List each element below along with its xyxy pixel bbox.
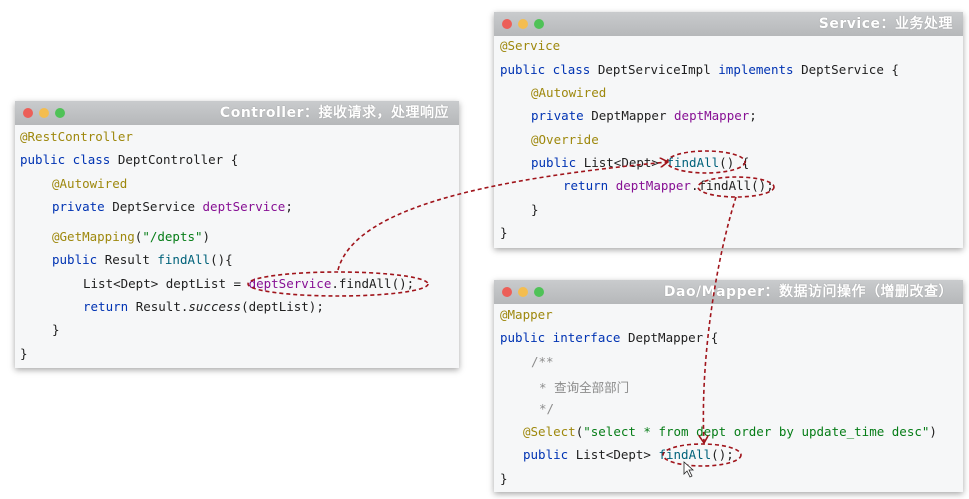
close-dot-icon[interactable] <box>502 19 512 29</box>
code-line: public class DeptController { <box>20 152 239 167</box>
code-line: */ <box>539 401 555 416</box>
mapper-code: @Mapper public interface DeptMapper { /*… <box>494 304 963 492</box>
code-line: public interface DeptMapper { <box>500 330 719 345</box>
minimize-dot-icon[interactable] <box>518 19 528 29</box>
maximize-dot-icon[interactable] <box>55 108 65 118</box>
close-dot-icon[interactable] <box>502 287 512 297</box>
code-line: private DeptMapper deptMapper; <box>531 108 757 123</box>
code-line: } <box>52 322 60 337</box>
code-line: /** <box>531 354 554 369</box>
controller-titlebar: Controller：接收请求，处理响应 <box>15 101 459 125</box>
code-line: @Select("select * from dept order by upd… <box>523 424 937 439</box>
mapper-window: Dao/Mapper：数据访问操作（增删改查） @Mapper public i… <box>494 280 963 492</box>
code-line: @Mapper <box>500 307 553 322</box>
code-line: @Service <box>500 38 561 53</box>
code-line: return deptMapper.findAll(); <box>563 178 774 193</box>
close-dot-icon[interactable] <box>23 108 33 118</box>
code-line: @Override <box>531 132 599 147</box>
code-line: * 查询全部部门 <box>539 380 630 395</box>
code-line: @RestController <box>20 129 133 144</box>
code-line: } <box>500 471 508 486</box>
minimize-dot-icon[interactable] <box>518 287 528 297</box>
controller-code: @RestController public class DeptControl… <box>15 125 459 368</box>
code-line: @Autowired <box>531 85 607 100</box>
service-title: Service：业务处理 <box>818 16 953 32</box>
code-line: public class DeptServiceImpl implements … <box>500 62 899 77</box>
minimize-dot-icon[interactable] <box>39 108 49 118</box>
code-line: } <box>531 202 539 217</box>
code-line: @Autowired <box>52 176 128 191</box>
code-line: } <box>500 225 508 240</box>
controller-title: Controller：接收请求，处理响应 <box>219 105 449 121</box>
service-window: Service：业务处理 @Service public class DeptS… <box>494 12 963 248</box>
mapper-title: Dao/Mapper：数据访问操作（增删改查） <box>663 284 953 300</box>
code-line: List<Dept> deptList = deptService.findAl… <box>83 276 415 291</box>
maximize-dot-icon[interactable] <box>534 287 544 297</box>
code-line: } <box>20 346 28 361</box>
controller-window: Controller：接收请求，处理响应 @RestController pub… <box>15 101 459 368</box>
mapper-titlebar: Dao/Mapper：数据访问操作（增删改查） <box>494 280 963 304</box>
service-code: @Service public class DeptServiceImpl im… <box>494 36 963 248</box>
code-line: return Result.success(deptList); <box>83 299 324 314</box>
code-line: public List<Dept> findAll(); <box>523 447 734 462</box>
code-line: private DeptService deptService; <box>52 199 293 214</box>
maximize-dot-icon[interactable] <box>534 19 544 29</box>
service-titlebar: Service：业务处理 <box>494 12 963 36</box>
code-line: public List<Dept> findAll() { <box>531 155 750 170</box>
code-line: public Result findAll(){ <box>52 252 233 267</box>
code-line: @GetMapping("/depts") <box>52 229 211 244</box>
